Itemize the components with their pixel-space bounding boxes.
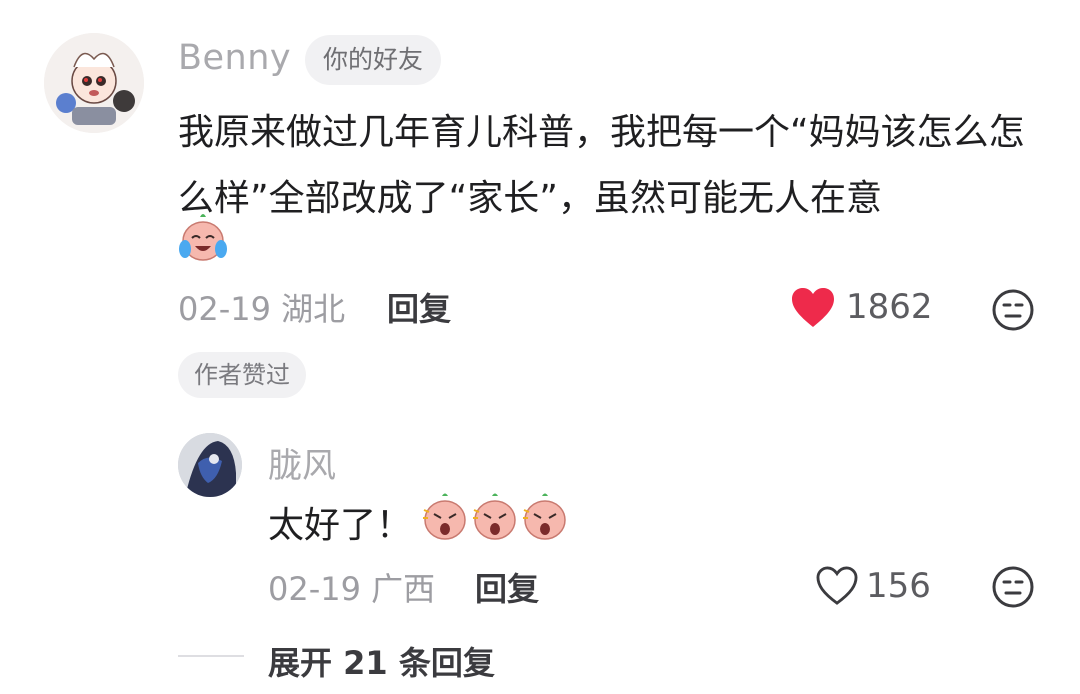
reply-location: 广西 [371, 570, 436, 608]
comment-text: 我原来做过几年育儿科普，我把每一个“妈妈该怎么怎么样”全部改成了“家长”，虽然可… [178, 112, 1025, 219]
emoji-react-icon[interactable] [991, 288, 1035, 332]
comment-author-name[interactable]: Benny [178, 38, 291, 78]
avatar-illustration-icon [178, 433, 242, 497]
shocked-emoji-icon [423, 493, 466, 540]
shocked-emoji-icon [473, 493, 516, 540]
reply-avatar[interactable] [178, 433, 242, 497]
reply-text: 太好了！ [268, 505, 413, 546]
reply-to-reply-button[interactable]: 回复 [475, 564, 539, 610]
heart-filled-icon[interactable] [790, 287, 836, 329]
author-liked-badge: 作者赞过 [178, 352, 306, 398]
reply-date: 02-19 [268, 570, 361, 608]
shocked-emoji-row [423, 493, 566, 540]
friend-badge: 你的好友 [305, 35, 442, 85]
reply-like-count: 156 [866, 566, 931, 606]
comment-date: 02-19 [178, 290, 271, 328]
avatar-illustration-icon [44, 33, 144, 133]
reply-button[interactable]: 回复 [387, 284, 451, 330]
crying-laugh-emoji-icon [179, 214, 227, 261]
expand-replies-button[interactable]: 展开 21 条回复 [268, 638, 495, 684]
avatar[interactable] [44, 33, 144, 133]
emoji-react-icon[interactable] [991, 565, 1035, 609]
heart-outline-icon[interactable] [815, 566, 859, 606]
comment-meta: 02-19 湖北 [178, 284, 345, 330]
like-count: 1862 [846, 287, 933, 327]
shocked-emoji-icon [523, 493, 566, 540]
reply-author-name[interactable]: 胧风 [268, 438, 336, 487]
reply-meta: 02-19 广西 [268, 564, 435, 610]
comment-location: 湖北 [281, 290, 346, 328]
expand-divider [178, 655, 244, 657]
